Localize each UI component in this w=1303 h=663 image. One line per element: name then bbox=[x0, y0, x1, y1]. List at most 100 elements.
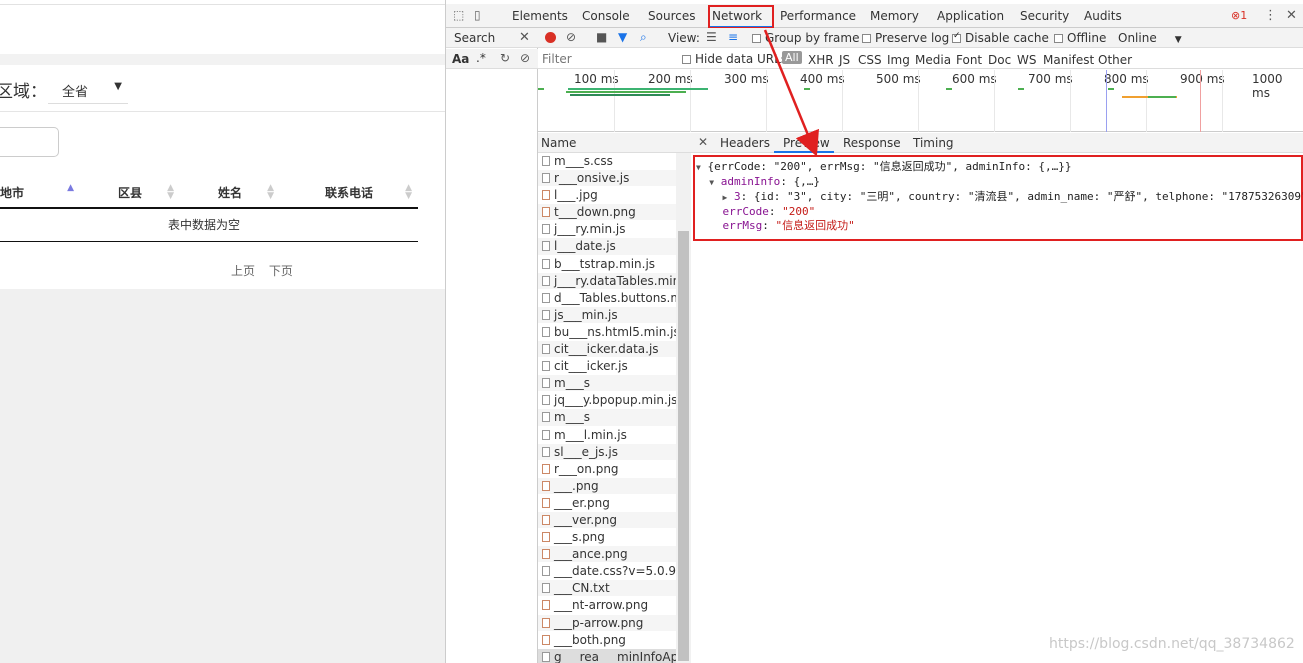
tab-elements[interactable]: Elements bbox=[512, 9, 568, 23]
request-row[interactable]: ___p-arrow.png bbox=[538, 614, 676, 632]
request-row[interactable]: ___nt-arrow.png bbox=[538, 597, 676, 615]
request-row[interactable]: ___both.png bbox=[538, 632, 676, 649]
tab-response[interactable]: Response bbox=[843, 136, 901, 150]
error-badge[interactable]: ⊗1 bbox=[1231, 9, 1247, 22]
inspect-icon[interactable]: ⬚ bbox=[453, 8, 464, 22]
request-row[interactable]: cit___icker.data.js bbox=[538, 341, 676, 359]
request-row[interactable]: js___min.js bbox=[538, 306, 676, 324]
prev-page-link[interactable]: 上页 bbox=[231, 264, 255, 278]
column-header-name[interactable]: 姓名 ▲ ▼ bbox=[180, 178, 280, 209]
json-line[interactable]: ▶ 3: {id: "3", city: "三明", country: "清流县… bbox=[696, 190, 1303, 205]
request-row[interactable]: m___s bbox=[538, 375, 676, 393]
regex-button[interactable]: .* bbox=[476, 51, 486, 65]
tab-sources[interactable]: Sources bbox=[648, 9, 695, 23]
tab-security[interactable]: Security bbox=[1020, 9, 1069, 23]
column-header-city[interactable]: 地市 ▲ bbox=[0, 178, 80, 209]
filter-media[interactable]: Media bbox=[915, 53, 951, 67]
request-row[interactable]: ___er.png bbox=[538, 495, 676, 512]
json-root-line[interactable]: ▼ {errCode: "200", errMsg: "信息返回成功", adm… bbox=[696, 160, 1303, 175]
device-toggle-icon[interactable]: ▯ bbox=[474, 8, 481, 22]
tab-application[interactable]: Application bbox=[937, 9, 1004, 23]
request-row[interactable]: ___date.css?v=5.0.9 bbox=[538, 563, 676, 581]
request-row[interactable]: sl___e_js.js bbox=[538, 443, 676, 461]
filter-font[interactable]: Font bbox=[956, 53, 982, 67]
request-row[interactable]: b___tstrap.min.js bbox=[538, 256, 676, 273]
tab-timing[interactable]: Timing bbox=[913, 136, 954, 150]
json-line[interactable]: ▼ adminInfo: {,…} bbox=[696, 175, 1303, 190]
list-view-icon[interactable]: ☰ bbox=[706, 30, 717, 44]
tab-memory[interactable]: Memory bbox=[870, 9, 919, 23]
filter-icon[interactable]: ▼ bbox=[618, 30, 627, 44]
request-row[interactable]: ___.png bbox=[538, 477, 676, 495]
collapsed-triangle-icon[interactable]: ▶ bbox=[723, 193, 728, 202]
request-row[interactable]: m___s.css bbox=[538, 153, 676, 171]
search-icon[interactable]: ⌕ bbox=[640, 30, 647, 45]
clear-icon[interactable]: ⊘ bbox=[520, 51, 530, 65]
tab-headers[interactable]: Headers bbox=[720, 136, 770, 150]
filter-css[interactable]: CSS bbox=[858, 53, 882, 67]
request-row[interactable]: ___s.png bbox=[538, 529, 676, 547]
clear-icon[interactable]: ⊘ bbox=[566, 30, 576, 44]
hide-data-urls-checkbox[interactable]: Hide data URLs bbox=[682, 52, 787, 66]
tab-console[interactable]: Console bbox=[582, 9, 630, 23]
refresh-icon[interactable]: ↻ bbox=[500, 51, 510, 65]
filter-other[interactable]: Other bbox=[1098, 53, 1132, 67]
close-icon[interactable]: ✕ bbox=[519, 30, 530, 45]
column-header-county[interactable]: 区县 ▲ ▼ bbox=[80, 178, 180, 209]
request-row[interactable]: ___ance.png bbox=[538, 546, 676, 564]
request-row[interactable]: bu___ns.html5.min.js bbox=[538, 324, 676, 342]
tab-performance[interactable]: Performance bbox=[780, 9, 856, 23]
scrollbar[interactable] bbox=[676, 153, 691, 663]
tab-audits[interactable]: Audits bbox=[1084, 9, 1122, 23]
checkbox[interactable] bbox=[682, 55, 691, 64]
region-select[interactable]: 全省 ▼ bbox=[48, 78, 128, 104]
filter-manifest[interactable]: Manifest bbox=[1043, 53, 1094, 67]
request-row[interactable]: r___on.png bbox=[538, 461, 676, 478]
camera-icon[interactable]: ■ bbox=[596, 30, 607, 44]
request-row[interactable]: r___onsive.js bbox=[538, 170, 676, 188]
filter-doc[interactable]: Doc bbox=[988, 53, 1011, 67]
request-row[interactable]: j___ry.dataTables.min.js bbox=[538, 272, 676, 290]
offline-checkbox[interactable]: Offline bbox=[1054, 31, 1106, 45]
scrollbar-thumb[interactable] bbox=[678, 231, 689, 661]
expand-triangle-icon[interactable]: ▼ bbox=[696, 163, 701, 172]
checkbox[interactable] bbox=[752, 34, 761, 43]
checkbox[interactable] bbox=[862, 34, 871, 43]
close-icon[interactable]: ✕ bbox=[698, 135, 708, 149]
close-icon[interactable]: ✕ bbox=[1286, 8, 1297, 23]
request-row[interactable]: jq___y.bpopup.min.js bbox=[538, 392, 676, 410]
request-row[interactable]: cit___icker.js bbox=[538, 358, 676, 376]
request-row[interactable]: d___Tables.buttons.min.js bbox=[538, 290, 676, 307]
preserve-log-checkbox[interactable]: Preserve log bbox=[862, 31, 949, 45]
tab-preview[interactable]: Preview bbox=[783, 136, 830, 150]
filter-js[interactable]: JS bbox=[839, 53, 850, 67]
request-row[interactable]: t___down.png bbox=[538, 204, 676, 222]
waterfall-view-icon[interactable]: ≡ bbox=[728, 30, 738, 44]
filter-all-button[interactable]: All bbox=[782, 51, 802, 64]
record-icon[interactable] bbox=[545, 32, 556, 43]
request-row[interactable]: m___s bbox=[538, 409, 676, 427]
group-by-frame-checkbox[interactable]: Group by frame bbox=[752, 31, 859, 45]
checkbox[interactable] bbox=[952, 31, 961, 43]
filter-img[interactable]: Img bbox=[887, 53, 910, 67]
search-input[interactable] bbox=[0, 127, 59, 157]
more-options-icon[interactable]: ⋮ bbox=[1264, 8, 1277, 23]
filter-ws[interactable]: WS bbox=[1017, 53, 1036, 67]
request-row[interactable]: l___.jpg bbox=[538, 187, 676, 205]
request-row[interactable]: l___date.js bbox=[538, 238, 676, 256]
throttling-select[interactable]: Online ▼ bbox=[1118, 31, 1182, 45]
name-column-header[interactable]: Name bbox=[538, 133, 691, 153]
filter-input[interactable] bbox=[542, 52, 672, 66]
timeline-overview[interactable]: 100 ms 200 ms 300 ms 400 ms 500 ms 600 m… bbox=[538, 70, 1303, 132]
filter-xhr[interactable]: XHR bbox=[808, 53, 834, 67]
column-header-phone[interactable]: 联系电话 ▲ ▼ bbox=[280, 178, 418, 209]
request-row[interactable]: ___ver.png bbox=[538, 511, 676, 530]
next-page-link[interactable]: 下页 bbox=[269, 264, 293, 278]
match-case-button[interactable]: Aa bbox=[452, 52, 469, 66]
checkbox[interactable] bbox=[1054, 34, 1063, 43]
request-row[interactable]: ___CN.txt bbox=[538, 580, 676, 598]
expand-triangle-icon[interactable]: ▼ bbox=[709, 178, 714, 187]
request-row[interactable]: g___rea___minInfoApi... bbox=[538, 648, 676, 663]
disable-cache-checkbox[interactable]: Disable cache bbox=[952, 31, 1049, 45]
request-row[interactable]: m___l.min.js bbox=[538, 427, 676, 444]
